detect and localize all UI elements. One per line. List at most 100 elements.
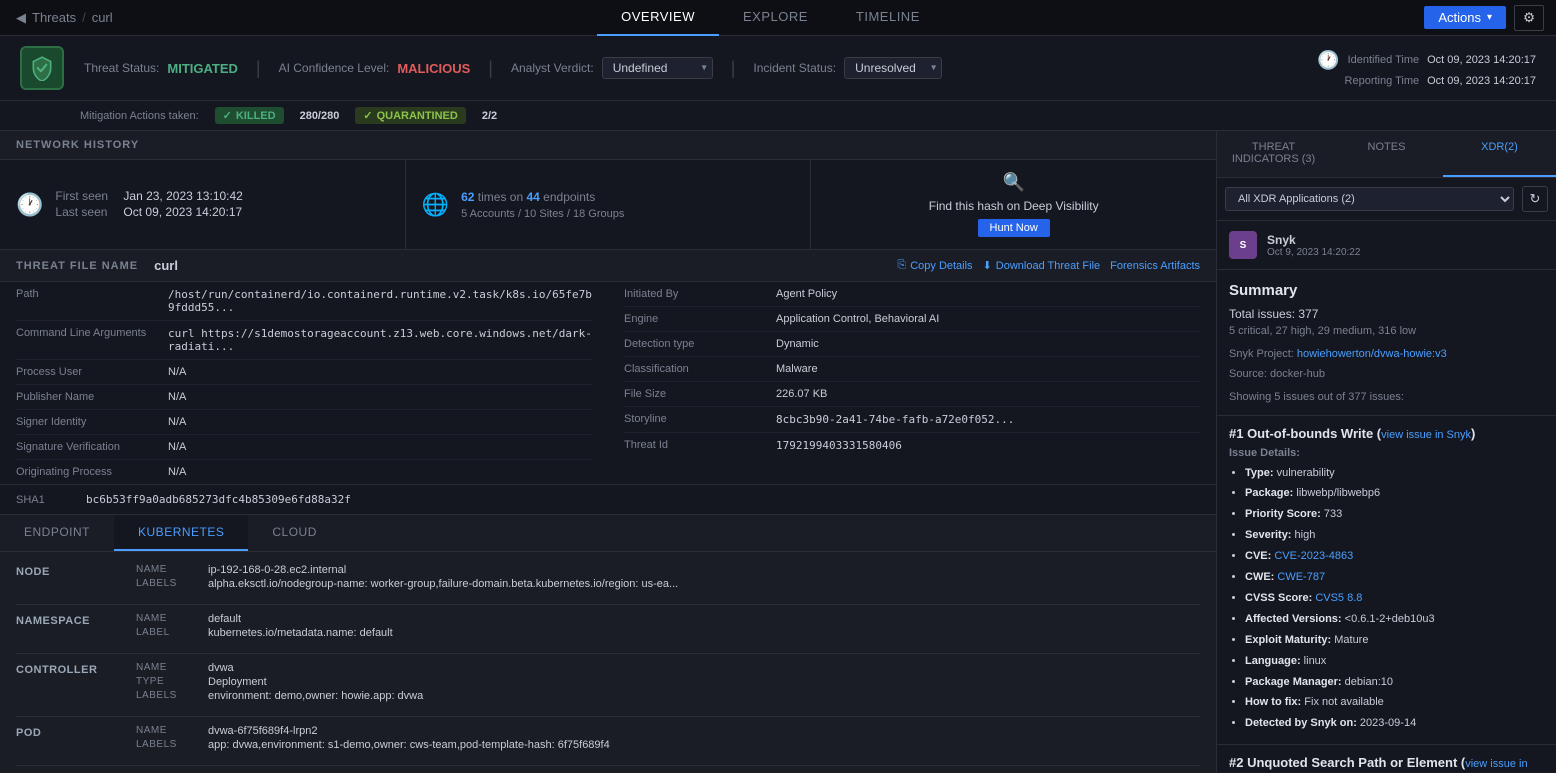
k8s-pod-labels-key: LABELS [136,739,196,751]
tf-origproc-key: Originating Process [16,466,156,478]
tf-signer-val: N/A [168,416,186,428]
k8s-ns-name-key: NAME [136,613,196,625]
copy-details-button[interactable]: ⎘ Copy Details [897,259,972,272]
threat-status-value: MITIGATED [167,61,238,76]
k8s-namespace-label: NAMESPACE [16,613,136,641]
refresh-button[interactable]: ↻ [1522,186,1548,212]
cwe-link-1[interactable]: CWE-787 [1277,571,1325,583]
nav-actions: Actions ▾ ⚙ [1412,5,1556,31]
cvss-link-1[interactable]: CVS5 8.8 [1315,592,1362,604]
list-item: CWE: CWE-787 [1245,567,1544,588]
verdict-select[interactable]: Undefined True Positive False Positive [602,57,713,79]
breadcrumb: ◀ Threats / curl [0,10,129,26]
tf-threatid-key: Threat Id [624,439,764,451]
tf-initiated-key: Initiated By [624,288,764,300]
first-seen-row: First seen Jan 23, 2023 13:10:42 [55,189,242,203]
killed-count: 280/280 [300,110,340,122]
left-panel: NETWORK HISTORY 🕐 First seen Jan 23, 202… [0,131,1216,772]
k8s-pod-name-val: dvwa-6f75f689f4-lrpn2 [208,725,317,737]
back-arrow-icon[interactable]: ◀ [16,10,26,26]
killed-badge: ✓ KILLED [215,107,284,124]
tab-xdr[interactable]: XDR(2) [1443,131,1556,177]
incident-select[interactable]: Unresolved In Progress Resolved [844,57,942,79]
settings-button[interactable]: ⚙ [1514,5,1544,31]
calendar-icon: 🕐 [16,192,43,218]
k8s-divider-3 [16,716,1200,717]
tf-cmd-row: Command Line Arguments curl https://s1de… [16,321,592,360]
tab-endpoint[interactable]: ENDPOINT [0,515,114,551]
tf-threatid-row: Threat Id 1792199403331580406 [624,433,1200,458]
k8s-node-labels-key: LABELS [136,578,196,590]
xdr-app-select[interactable]: All XDR Applications (2) [1225,187,1514,211]
list-item: Exploit Maturity: Mature [1245,630,1544,651]
issue-1-details-label: Issue Details: [1229,447,1544,459]
total-issues: Total issues: 377 [1229,307,1544,321]
endpoints-card: 🌐 62 times on 44 endpoints 5 Accounts / … [406,160,812,249]
threat-file-actions: ⎘ Copy Details ⬇ Download Threat File Fo… [897,259,1200,272]
status-items: Threat Status: MITIGATED | AI Confidence… [84,57,1297,79]
tf-sigver-row: Signature Verification N/A [16,435,592,460]
check-icon-2: ✓ [363,109,372,122]
cve-link-1[interactable]: CVE-2023-4863 [1274,550,1353,562]
hunt-now-button[interactable]: Hunt Now [978,219,1050,237]
k8s-ns-label-val: kubernetes.io/metadata.name: default [208,627,393,639]
quarantined-badge: ✓ QUARANTINED [355,107,466,124]
check-icon: ✓ [223,109,232,122]
k8s-pod-name-row: NAME dvwa-6f75f689f4-lrpn2 [136,725,1200,737]
separator-1: | [256,58,261,79]
k8s-ctrl-name-row: NAME dvwa [136,662,1200,674]
tf-pubname-val: N/A [168,391,186,403]
analyst-verdict-label: Analyst Verdict: [511,61,594,75]
last-seen-label: Last seen [55,205,115,219]
hunt-card: 🔍 Find this hash on Deep Visibility Hunt… [811,160,1216,249]
list-item: CVE: CVE-2023-4863 [1245,546,1544,567]
k8s-controller-row: CONTROLLER NAME dvwa TYPE Deployment LAB… [16,662,1200,704]
k8s-pod-row: POD NAME dvwa-6f75f689f4-lrpn2 LABELS ap… [16,725,1200,753]
refresh-icon: ↻ [1530,191,1541,207]
endpoints-count: 44 [526,190,539,204]
snyk-info: Snyk Oct 9, 2023 14:20:22 [1267,233,1360,258]
chevron-down-icon: ▾ [1487,12,1492,23]
snyk-project-link[interactable]: howiehowerton/dvwa-howie:v3 [1297,348,1447,360]
tab-overview[interactable]: OVERVIEW [597,0,719,36]
snyk-header: S Snyk Oct 9, 2023 14:20:22 [1217,221,1556,270]
identified-time-value: Oct 09, 2023 14:20:17 [1427,54,1536,66]
times-count: 62 [461,190,474,204]
first-seen-card: 🕐 First seen Jan 23, 2023 13:10:42 Last … [0,160,406,249]
ep-tab-list: ENDPOINT KUBERNETES CLOUD [0,515,1216,551]
tab-timeline[interactable]: TIMELINE [832,0,944,36]
tf-engine-val: Application Control, Behavioral AI [776,313,939,325]
tf-class-key: Classification [624,363,764,375]
breadcrumb-threats[interactable]: Threats [32,10,76,25]
tab-cloud[interactable]: CLOUD [248,515,341,551]
tf-storyline-key: Storyline [624,413,764,425]
separator-3: | [731,58,736,79]
summary-title: Summary [1229,282,1544,299]
issue-1-list: Type: vulnerability Package: libwebp/lib… [1229,463,1544,735]
last-seen-row: Last seen Oct 09, 2023 14:20:17 [55,205,242,219]
tf-size-row: File Size 226.07 KB [624,382,1200,407]
reporting-time-row: Reporting Time Oct 09, 2023 14:20:17 [1323,75,1536,87]
k8s-pod-name-key: NAME [136,725,196,737]
k8s-namespace-row: NAMESPACE NAME default LABEL kubernetes.… [16,613,1200,641]
k8s-node-label: NODE [16,564,136,592]
status-bar: Threat Status: MITIGATED | AI Confidence… [0,36,1556,101]
ai-confidence-value: MALICIOUS [397,61,470,76]
tf-pubname-row: Publisher Name N/A [16,385,592,410]
tab-threat-indicators[interactable]: THREAT INDICATORS (3) [1217,131,1330,177]
nav-tabs: OVERVIEW EXPLORE TIMELINE [129,0,1413,36]
tab-kubernetes[interactable]: KUBERNETES [114,515,248,551]
threat-file-section: THREAT FILE NAME curl ⎘ Copy Details ⬇ D… [0,250,1216,515]
tf-storyline-val: 8cbc3b90-2a41-74be-fafb-a72e0f052... [776,413,1014,426]
download-threat-file-button[interactable]: ⬇ Download Threat File [983,259,1101,272]
tf-pubname-key: Publisher Name [16,391,156,403]
last-seen-value: Oct 09, 2023 14:20:17 [123,205,242,219]
tab-explore[interactable]: EXPLORE [719,0,832,36]
issue-1-view-link[interactable]: view issue in Snyk [1381,429,1471,441]
tab-notes[interactable]: NOTES [1330,131,1443,177]
tf-threatid-val: 1792199403331580406 [776,439,902,452]
forensics-button[interactable]: Forensics Artifacts [1110,259,1200,272]
k8s-ns-label-key: LABEL [136,627,196,639]
threat-status-label: Threat Status: [84,61,159,75]
actions-button[interactable]: Actions ▾ [1424,6,1506,29]
